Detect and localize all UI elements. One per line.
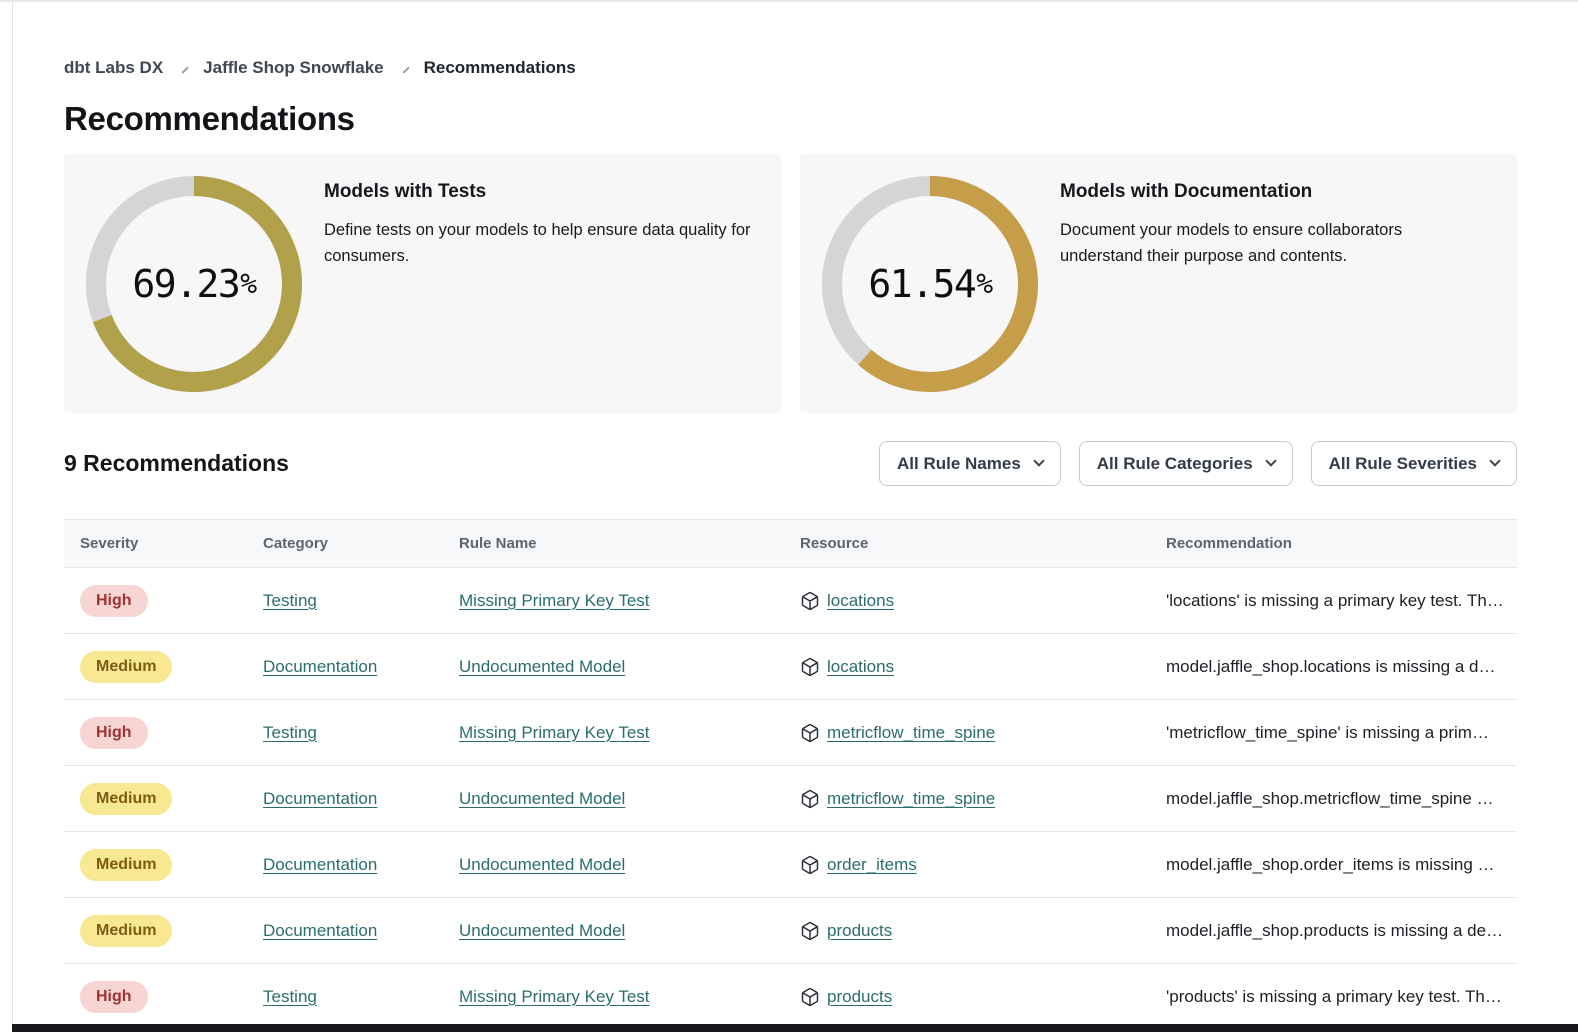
resource-link[interactable]: order_items — [827, 855, 917, 875]
category-link[interactable]: Documentation — [263, 921, 377, 940]
resource-link[interactable]: metricflow_time_spine — [827, 789, 995, 809]
card-title: Models with Tests — [324, 181, 781, 203]
category-link[interactable]: Testing — [263, 723, 317, 742]
recommendation-text: 'products' is missing a primary key test… — [1166, 987, 1517, 1007]
page-title: Recommendations — [64, 100, 1517, 138]
card-title: Models with Documentation — [1060, 181, 1455, 203]
recommendation-text: model.jaffle_shop.products is missing a … — [1166, 921, 1517, 941]
clipped-bottom-row — [12, 1024, 1578, 1032]
model-cube-icon — [800, 591, 820, 611]
recommendation-text: 'locations' is missing a primary key tes… — [1166, 591, 1517, 611]
severity-badge: High — [80, 717, 148, 749]
panel-left-border — [12, 0, 13, 1032]
resource-link[interactable]: products — [827, 921, 892, 941]
recommendation-text: model.jaffle_shop.locations is missing a… — [1166, 657, 1517, 677]
rule-name-link[interactable]: Missing Primary Key Test — [459, 591, 650, 610]
recommendation-text: model.jaffle_shop.order_items is missing… — [1166, 855, 1517, 875]
rule-name-link[interactable]: Missing Primary Key Test — [459, 987, 650, 1006]
metric-cards: 69.23% Models with Tests Define tests on… — [64, 154, 1517, 413]
severity-badge: Medium — [80, 651, 172, 683]
card-description: Define tests on your models to help ensu… — [324, 218, 781, 269]
column-header-recommendation: Recommendation — [1166, 535, 1517, 552]
column-header-rule-name: Rule Name — [459, 535, 800, 552]
table-header-row: Severity Category Rule Name Resource Rec… — [64, 519, 1517, 568]
table-row: High Testing Missing Primary Key Test me… — [64, 700, 1517, 766]
rule-names-filter-dropdown[interactable]: All Rule Names — [879, 441, 1061, 486]
model-cube-icon — [800, 921, 820, 941]
rule-severities-filter-dropdown[interactable]: All Rule Severities — [1311, 441, 1517, 486]
percent-number: 61.54 — [868, 262, 975, 306]
table-row: Medium Documentation Undocumented Model … — [64, 634, 1517, 700]
rule-categories-filter-dropdown[interactable]: All Rule Categories — [1079, 441, 1293, 486]
rule-name-link[interactable]: Undocumented Model — [459, 657, 625, 676]
rule-name-link[interactable]: Missing Primary Key Test — [459, 723, 650, 742]
breadcrumb-environment[interactable]: Jaffle Shop Snowflake — [203, 58, 383, 78]
docs-percent-value: 61.54% — [821, 175, 1039, 393]
list-header: 9 Recommendations All Rule Names All Rul… — [64, 441, 1517, 486]
percent-sign: % — [976, 267, 991, 300]
tests-percent-value: 69.23% — [85, 175, 303, 393]
column-header-severity: Severity — [80, 535, 263, 552]
category-link[interactable]: Documentation — [263, 855, 377, 874]
rule-name-link[interactable]: Undocumented Model — [459, 789, 625, 808]
chevron-down-icon — [1489, 455, 1500, 466]
table-row: Medium Documentation Undocumented Model … — [64, 766, 1517, 832]
category-link[interactable]: Documentation — [263, 657, 377, 676]
breadcrumb-chevron-icon — [178, 62, 189, 73]
resource-link[interactable]: metricflow_time_spine — [827, 723, 995, 743]
rule-name-link[interactable]: Undocumented Model — [459, 921, 625, 940]
breadcrumb-project[interactable]: dbt Labs DX — [64, 58, 163, 78]
models-with-tests-card: 69.23% Models with Tests Define tests on… — [64, 154, 781, 413]
filter-label: All Rule Severities — [1329, 454, 1477, 474]
resource-link[interactable]: products — [827, 987, 892, 1007]
rule-name-link[interactable]: Undocumented Model — [459, 855, 625, 874]
recommendations-count-heading: 9 Recommendations — [64, 450, 289, 477]
severity-badge: High — [80, 981, 148, 1013]
table-row: High Testing Missing Primary Key Test pr… — [64, 964, 1517, 1030]
filter-label: All Rule Names — [897, 454, 1021, 474]
tests-donut-chart: 69.23% — [85, 175, 303, 393]
table-row: High Testing Missing Primary Key Test lo… — [64, 568, 1517, 634]
model-cube-icon — [800, 987, 820, 1007]
severity-badge: Medium — [80, 915, 172, 947]
severity-badge: High — [80, 585, 148, 617]
filter-bar: All Rule Names All Rule Categories All R… — [879, 441, 1517, 486]
model-cube-icon — [800, 723, 820, 743]
category-link[interactable]: Testing — [263, 591, 317, 610]
resource-link[interactable]: locations — [827, 591, 894, 611]
breadcrumb: dbt Labs DX Jaffle Shop Snowflake Recomm… — [64, 58, 1517, 78]
main-content: dbt Labs DX Jaffle Shop Snowflake Recomm… — [64, 0, 1517, 1030]
breadcrumb-chevron-icon — [398, 62, 409, 73]
column-header-resource: Resource — [800, 535, 1166, 552]
card-text: Models with Documentation Document your … — [1060, 181, 1455, 269]
percent-number: 69.23 — [132, 262, 239, 306]
chevron-down-icon — [1033, 455, 1044, 466]
card-text: Models with Tests Define tests on your m… — [324, 181, 781, 269]
breadcrumb-current-page: Recommendations — [424, 58, 576, 78]
resource-link[interactable]: locations — [827, 657, 894, 677]
filter-label: All Rule Categories — [1097, 454, 1253, 474]
model-cube-icon — [800, 855, 820, 875]
column-header-category: Category — [263, 535, 459, 552]
recommendation-text: model.jaffle_shop.metricflow_time_spine … — [1166, 789, 1517, 809]
docs-donut-chart: 61.54% — [821, 175, 1039, 393]
model-cube-icon — [800, 657, 820, 677]
table-row: Medium Documentation Undocumented Model … — [64, 832, 1517, 898]
model-cube-icon — [800, 789, 820, 809]
severity-badge: Medium — [80, 849, 172, 881]
category-link[interactable]: Testing — [263, 987, 317, 1006]
severity-badge: Medium — [80, 783, 172, 815]
chevron-down-icon — [1265, 455, 1276, 466]
category-link[interactable]: Documentation — [263, 789, 377, 808]
models-with-documentation-card: 61.54% Models with Documentation Documen… — [800, 154, 1517, 413]
recommendations-table: Severity Category Rule Name Resource Rec… — [64, 519, 1517, 1030]
percent-sign: % — [240, 267, 255, 300]
table-row: Medium Documentation Undocumented Model … — [64, 898, 1517, 964]
card-description: Document your models to ensure collabora… — [1060, 218, 1455, 269]
recommendation-text: 'metricflow_time_spine' is missing a pri… — [1166, 723, 1517, 743]
